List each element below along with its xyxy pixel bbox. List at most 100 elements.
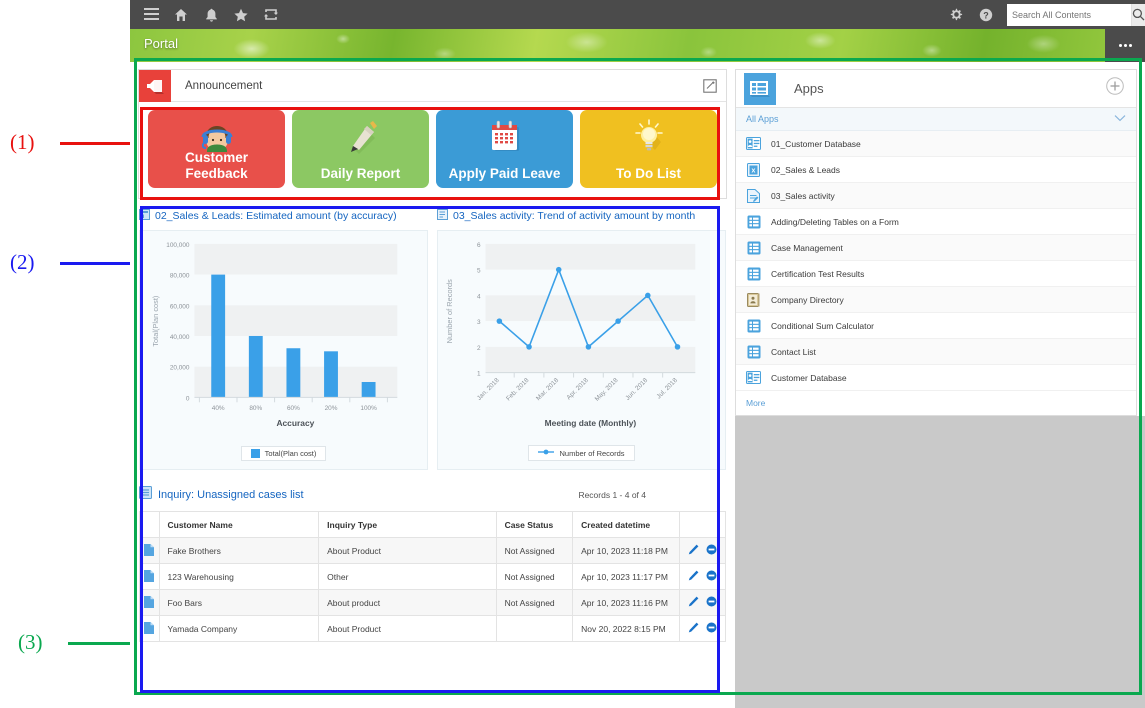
remove-icon[interactable] (706, 544, 717, 557)
bell-icon[interactable] (196, 0, 226, 29)
table-row[interactable]: Foo Bars About product Not Assigned Apr … (140, 590, 726, 616)
apps-more-link[interactable]: More (736, 391, 1136, 415)
cell-created: Apr 10, 2023 11:18 PM (573, 538, 680, 564)
bar-xtick-3: 20% (325, 405, 338, 412)
cell-actions (679, 564, 725, 590)
cell-customer-name: 123 Warehousing (159, 564, 319, 590)
cell-customer-name: Yamada Company (159, 616, 319, 642)
app-item-case-management[interactable]: Case Management (736, 235, 1136, 261)
sync-icon[interactable] (256, 0, 286, 29)
calendar-icon (436, 116, 573, 158)
line-chart-title-row[interactable]: 03_Sales activity: Trend of activity amo… (437, 209, 726, 223)
star-icon[interactable] (226, 0, 256, 29)
cell-actions (679, 616, 725, 642)
pencil-icon[interactable] (688, 544, 699, 557)
help-icon[interactable]: ? (971, 0, 1001, 29)
announcement-portlet: Announcement (138, 69, 727, 199)
tile-daily-report[interactable]: Daily Report (292, 110, 429, 188)
gear-icon[interactable] (941, 0, 971, 29)
table-row[interactable]: Yamada Company About Product Nov 20, 202… (140, 616, 726, 642)
all-apps-label: All Apps (746, 114, 779, 124)
app-item-conditional-sum-calculator[interactable]: Conditional Sum Calculator (736, 313, 1136, 339)
bar-1[interactable] (249, 336, 263, 397)
callout-label-1: (1) (10, 130, 35, 155)
line-xlabel: Meeting date (Monthly) (545, 418, 637, 428)
app-item-contact-list[interactable]: Contact List (736, 339, 1136, 365)
app-item-01-customer-database[interactable]: 01_Customer Database (736, 131, 1136, 157)
all-apps-filter[interactable]: All Apps (736, 108, 1136, 131)
remove-icon[interactable] (706, 570, 717, 583)
cell-inquiry-type: Other (319, 564, 496, 590)
bar-ytick-5: 100,000 (166, 242, 190, 249)
home-icon[interactable] (166, 0, 196, 29)
bar-3[interactable] (324, 351, 338, 397)
more-options-icon[interactable] (1105, 29, 1145, 62)
legend-marker (538, 448, 554, 458)
app-item-label: Contact List (771, 347, 816, 357)
pencil-icon[interactable] (688, 596, 699, 609)
line-chart-svg: 6 5 4 3 2 1 Number of Records (438, 231, 725, 436)
cell-created: Nov 20, 2022 8:15 PM (573, 616, 680, 642)
document-icon[interactable] (140, 538, 160, 564)
bar-xtick-4: 100% (360, 405, 377, 412)
chevron-down-icon[interactable] (1114, 114, 1126, 124)
contact-card-icon (746, 370, 761, 385)
cell-created: Apr 10, 2023 11:16 PM (573, 590, 680, 616)
app-item-02-sales-leads[interactable]: x 02_Sales & Leads (736, 157, 1136, 183)
callout-label-2: (2) (10, 250, 35, 275)
bar-0[interactable] (211, 275, 225, 398)
app-item-company-directory[interactable]: Company Directory (736, 287, 1136, 313)
app-item-customer-database[interactable]: Customer Database (736, 365, 1136, 391)
cell-case-status: Not Assigned (496, 538, 573, 564)
cell-actions (679, 538, 725, 564)
line-ytick-2: 3 (477, 319, 481, 326)
tile-to-do-list[interactable]: To Do List (580, 110, 717, 188)
document-icon[interactable] (140, 564, 160, 590)
line-ylabel: Number of Records (445, 279, 454, 344)
bar-4[interactable] (362, 382, 376, 397)
app-item-certification-test-results[interactable]: Certification Test Results (736, 261, 1136, 287)
search-icon[interactable] (1131, 4, 1145, 26)
col-case-status: Case Status (496, 512, 573, 538)
bar-ytick-4: 80,000 (170, 273, 190, 280)
app-item-label: Conditional Sum Calculator (771, 321, 874, 331)
search-input[interactable] (1007, 5, 1131, 25)
line-xtick-1: Feb. 2018 (505, 377, 531, 403)
table-row[interactable]: Fake Brothers About Product Not Assigned… (140, 538, 726, 564)
table-row[interactable]: 123 Warehousing Other Not Assigned Apr 1… (140, 564, 726, 590)
svg-text:?: ? (983, 10, 989, 20)
app-item-label: Company Directory (771, 295, 844, 305)
line-xtick-5: Jun. 2018 (624, 377, 649, 402)
app-item-label: Customer Database (771, 373, 847, 383)
app-item-label: 01_Customer Database (771, 139, 861, 149)
pencil-icon[interactable] (688, 570, 699, 583)
tile-apply-paid-leave[interactable]: Apply Paid Leave (436, 110, 573, 188)
col-created: Created datetime (573, 512, 680, 538)
remove-icon[interactable] (706, 596, 717, 609)
apps-panel: Apps All Apps (735, 69, 1137, 416)
cell-inquiry-type: About Product (319, 616, 496, 642)
legend-label: Total(Plan cost) (265, 449, 317, 458)
bar-xtick-1: 80% (249, 405, 262, 412)
bar-ytick-0: 0 (186, 395, 190, 402)
document-icon[interactable] (140, 616, 160, 642)
bar-2[interactable] (286, 348, 300, 397)
search-box[interactable] (1007, 4, 1142, 26)
callout-leader-2 (60, 262, 140, 265)
table-icon (746, 240, 761, 255)
edit-icon[interactable] (703, 79, 717, 93)
remove-icon[interactable] (706, 622, 717, 635)
pencil-icon[interactable] (688, 622, 699, 635)
app-item-adding-deleting-tables[interactable]: Adding/Deleting Tables on a Form (736, 209, 1136, 235)
bar-chart-title: 02_Sales & Leads: Estimated amount (by a… (155, 210, 397, 222)
bar-chart-title-row[interactable]: 02_Sales & Leads: Estimated amount (by a… (139, 209, 428, 223)
line-chart-legend: Number of Records (438, 445, 725, 461)
app-item-03-sales-activity[interactable]: 03_Sales activity (736, 183, 1136, 209)
content-area: Announcement (130, 62, 1145, 699)
document-icon[interactable] (140, 590, 160, 616)
line-xtick-2: Mar. 2018 (535, 377, 560, 402)
plus-icon[interactable] (1106, 77, 1124, 100)
menu-icon[interactable] (136, 0, 166, 29)
inquiry-title[interactable]: Inquiry: Unassigned cases list (158, 489, 304, 501)
tile-customer-feedback[interactable]: CustomerFeedback (148, 110, 285, 188)
